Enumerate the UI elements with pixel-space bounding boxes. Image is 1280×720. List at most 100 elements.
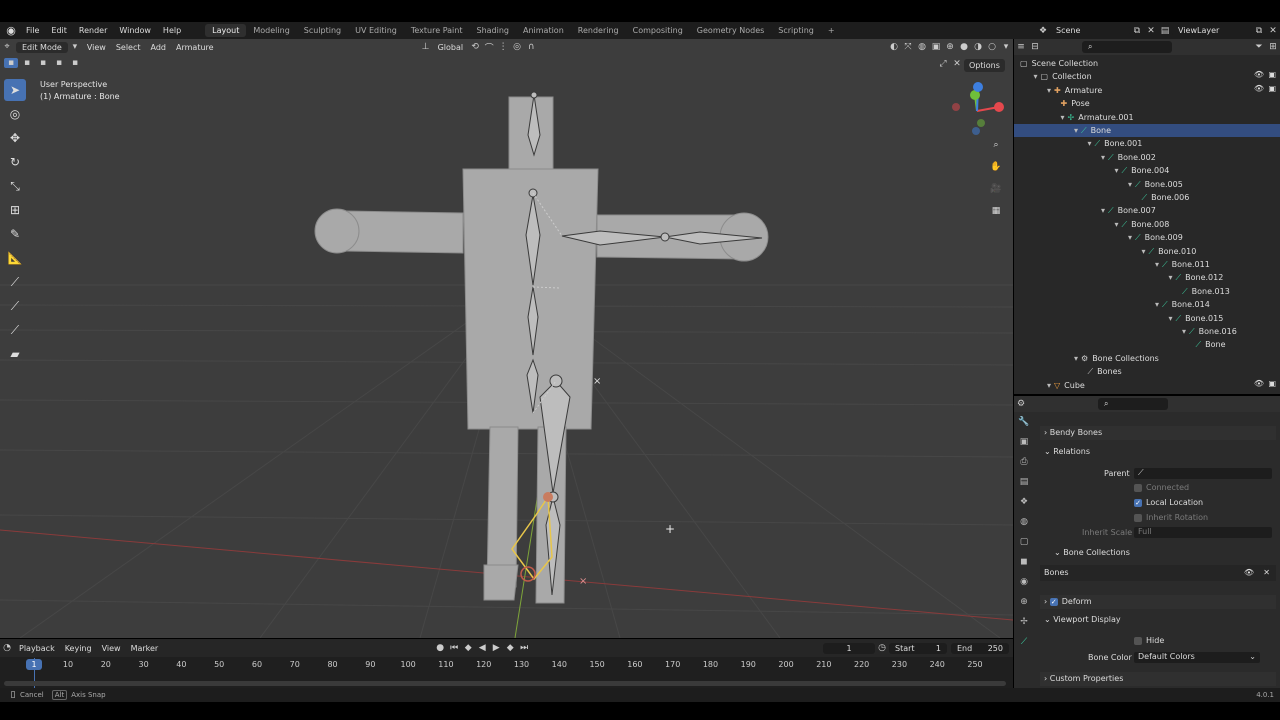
roll-tool-icon[interactable]: ⟋: [4, 271, 26, 293]
mode-selector[interactable]: Edit Mode: [16, 41, 68, 53]
outliner-row[interactable]: ▾ ⟋ Bone.004: [1115, 164, 1170, 177]
disclosure-triangle-icon[interactable]: ▾: [1088, 139, 1092, 148]
properties-search-input[interactable]: ⌕: [1098, 398, 1168, 410]
menu-file[interactable]: File: [20, 26, 45, 35]
world-tab-icon[interactable]: ◍: [1016, 514, 1032, 530]
menu-select[interactable]: Select: [111, 43, 146, 52]
prev-keyframe-icon[interactable]: ◆: [461, 643, 475, 653]
outliner-row[interactable]: ▾ ✚ Armature: [1047, 84, 1102, 97]
outliner-row[interactable]: ▾ ⟋ Bone: [1014, 124, 1280, 137]
parent-field[interactable]: ⟋: [1134, 468, 1272, 479]
inherit-scale-dropdown[interactable]: Full: [1134, 527, 1272, 538]
outliner-row[interactable]: ▾ ⟋ Bone.011: [1155, 258, 1210, 271]
playhead-frame[interactable]: 1: [26, 659, 42, 670]
play-icon[interactable]: ▶: [489, 643, 503, 653]
relations-section[interactable]: ⌄ Relations: [1044, 447, 1090, 456]
disclosure-triangle-icon[interactable]: ▾: [1128, 180, 1132, 189]
rotate-tool-icon[interactable]: ↻: [4, 151, 26, 173]
3d-cursor[interactable]: [520, 566, 536, 582]
menu-add[interactable]: Add: [146, 43, 172, 52]
view-layer-tab-icon[interactable]: ▤: [1016, 474, 1032, 490]
scale-tool-icon[interactable]: ⤡: [4, 175, 26, 197]
tab-uv-editing[interactable]: UV Editing: [348, 24, 404, 37]
outliner-row[interactable]: ▾ ⟋ Bone.002: [1101, 151, 1156, 164]
wireframe-shading-icon[interactable]: ⊕: [943, 42, 957, 52]
editor-type-icon[interactable]: ⚙: [1014, 399, 1028, 409]
disclosure-triangle-icon[interactable]: ▾: [1074, 126, 1078, 135]
eye-icon[interactable]: 👁: [1254, 84, 1264, 93]
pivot-icon[interactable]: ⟲: [468, 42, 482, 52]
extrude-tool-icon[interactable]: ⟋: [4, 319, 26, 341]
menu-keying[interactable]: Keying: [60, 644, 97, 653]
bone-head-joint[interactable]: [543, 492, 553, 502]
zoom-icon[interactable]: ⌕: [988, 137, 1004, 153]
disclosure-triangle-icon[interactable]: ▾: [1115, 166, 1119, 175]
eye-icon[interactable]: 👁: [1244, 565, 1254, 581]
scene-tab-icon[interactable]: ❖: [1016, 494, 1032, 510]
pan-hand-icon[interactable]: ✋: [988, 159, 1004, 175]
tab-shading[interactable]: Shading: [469, 24, 516, 37]
proportional-edit-icon[interactable]: ◎: [510, 42, 524, 52]
menu-view[interactable]: View: [97, 644, 126, 653]
end-frame-field[interactable]: End 250: [951, 642, 1009, 654]
disclosure-triangle-icon[interactable]: ▾: [1169, 314, 1173, 323]
camera-icon[interactable]: ▣: [1268, 70, 1276, 79]
disclosure-triangle-icon[interactable]: ▾: [1155, 300, 1159, 309]
grid-perspective-icon[interactable]: ▦: [988, 203, 1004, 219]
tab-animation[interactable]: Animation: [516, 24, 571, 37]
measure-tool-icon[interactable]: 📐: [4, 247, 26, 269]
tool-tab-icon[interactable]: 🔧: [1016, 414, 1032, 430]
outliner-row[interactable]: ▾ ⟋ Bone.008: [1115, 218, 1170, 231]
3d-viewport[interactable]: × × + ⌖ Edit Mode ▾ View Select Add Arma…: [0, 39, 1013, 638]
current-frame-field[interactable]: 1: [823, 642, 875, 654]
filter-icon[interactable]: ⏷: [1252, 42, 1266, 52]
output-tab-icon[interactable]: ⎙: [1016, 454, 1032, 470]
select-new-icon[interactable]: ▪: [4, 58, 18, 68]
view-layer-selector[interactable]: ViewLayer: [1172, 25, 1252, 36]
move-tool-icon[interactable]: ✥: [4, 127, 26, 149]
close-icon[interactable]: ✕: [950, 59, 964, 69]
viewport-display-section[interactable]: ⌄ Viewport Display: [1044, 615, 1121, 624]
tab-layout[interactable]: Layout: [205, 24, 247, 37]
left-foot-mesh[interactable]: [483, 564, 519, 601]
disclosure-triangle-icon[interactable]: ▾: [1115, 220, 1119, 229]
connected-checkbox[interactable]: Connected: [1134, 483, 1189, 492]
gizmo-toggle-icon[interactable]: ⤧: [901, 42, 915, 52]
tab-modeling[interactable]: Modeling: [246, 24, 296, 37]
clock-icon[interactable]: ◷: [875, 643, 889, 653]
scene-selector[interactable]: Scene: [1050, 25, 1130, 36]
record-icon[interactable]: ●: [433, 643, 447, 653]
outliner-row[interactable]: ▾ ▢ Collection: [1034, 70, 1092, 83]
transform-tool-icon[interactable]: ⊞: [4, 199, 26, 221]
disclosure-triangle-icon[interactable]: ▾: [1182, 327, 1186, 336]
tab-compositing[interactable]: Compositing: [626, 24, 690, 37]
close-icon[interactable]: ✕: [1263, 565, 1270, 581]
outliner-row[interactable]: ▾ ▽ Cube: [1047, 379, 1085, 392]
outliner-search-input[interactable]: ⌕: [1082, 41, 1172, 53]
solid-shading-icon[interactable]: ●: [957, 42, 971, 52]
inherit-rotation-checkbox[interactable]: Inherit Rotation: [1134, 513, 1208, 522]
editor-type-icon[interactable]: ≡: [1014, 42, 1028, 52]
menu-marker[interactable]: Marker: [126, 644, 164, 653]
object-tab-icon[interactable]: ◼: [1016, 554, 1032, 570]
options-dropdown[interactable]: Options: [964, 59, 1005, 72]
local-location-checkbox[interactable]: ✓ Local Location: [1134, 498, 1203, 507]
left-hand-sphere[interactable]: [314, 208, 360, 254]
disclosure-triangle-icon[interactable]: ▾: [1074, 354, 1078, 363]
editor-type-icon[interactable]: ◔: [0, 643, 14, 653]
rendered-shading-icon[interactable]: ○: [985, 42, 999, 52]
visibility-icon[interactable]: ◐: [887, 42, 901, 52]
xray-icon[interactable]: ▣: [929, 42, 943, 52]
select-intersect-icon[interactable]: ▪: [68, 58, 82, 68]
add-workspace-button[interactable]: +: [821, 24, 842, 37]
select-subtract-icon[interactable]: ▪: [36, 58, 50, 68]
navigation-gizmo[interactable]: [945, 79, 1009, 143]
jump-end-icon[interactable]: ⏭: [517, 643, 531, 653]
start-frame-field[interactable]: Start 1: [889, 642, 947, 654]
armature-data-tab-icon[interactable]: ✢: [1016, 614, 1032, 630]
outliner-row[interactable]: ▢ Scene Collection: [1020, 57, 1098, 70]
camera-icon[interactable]: ▣: [1268, 84, 1276, 93]
left-arm-mesh[interactable]: [344, 210, 464, 254]
bone-collection-item[interactable]: Bones 👁 ✕: [1040, 565, 1276, 581]
camera-icon[interactable]: ▣: [1268, 379, 1276, 388]
